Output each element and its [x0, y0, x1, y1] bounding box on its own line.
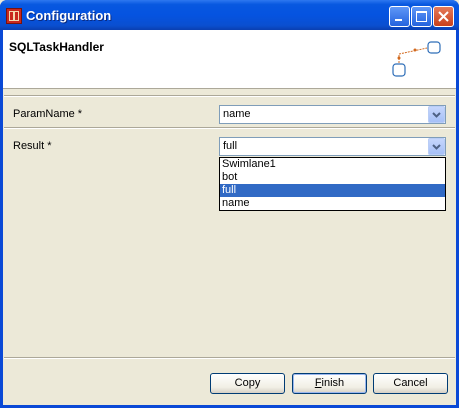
result-value: full — [223, 140, 238, 152]
finish-mnemonic: F — [314, 377, 322, 389]
separator-top — [4, 95, 455, 97]
result-combo[interactable]: full — [219, 137, 446, 156]
minimize-icon[interactable] — [389, 6, 410, 27]
param-name-combo[interactable]: name — [219, 105, 446, 124]
separator-middle — [4, 127, 455, 129]
separator-bottom — [4, 357, 455, 359]
header-panel: SQLTaskHandler — [3, 30, 456, 89]
app-icon — [6, 8, 22, 24]
close-icon[interactable] — [433, 6, 454, 27]
finish-label: inish — [321, 377, 345, 389]
chevron-down-icon[interactable] — [428, 106, 445, 123]
dropdown-option[interactable]: name — [220, 197, 445, 210]
title-bar[interactable]: Configuration — [0, 0, 459, 30]
window-title: Configuration — [26, 8, 112, 23]
result-dropdown-list[interactable]: Swimlane1 bot full name — [219, 157, 446, 211]
param-name-value: name — [223, 108, 251, 120]
param-name-label: ParamName * — [13, 108, 83, 120]
maximize-icon[interactable] — [411, 6, 432, 27]
chevron-down-icon[interactable] — [428, 138, 445, 155]
dropdown-option-selected[interactable]: full — [220, 184, 445, 197]
dropdown-option[interactable]: bot — [220, 171, 445, 184]
dialog-body: SQLTaskHandler ParamName * name Result *… — [3, 30, 456, 405]
copy-button[interactable]: Copy — [210, 373, 285, 394]
dropdown-option[interactable]: Swimlane1 — [220, 158, 445, 171]
workflow-icon — [391, 40, 443, 83]
cancel-button[interactable]: Cancel — [373, 373, 448, 394]
finish-button[interactable]: Finish — [292, 373, 367, 394]
result-label: Result * — [13, 140, 52, 152]
page-title: SQLTaskHandler — [9, 40, 104, 54]
